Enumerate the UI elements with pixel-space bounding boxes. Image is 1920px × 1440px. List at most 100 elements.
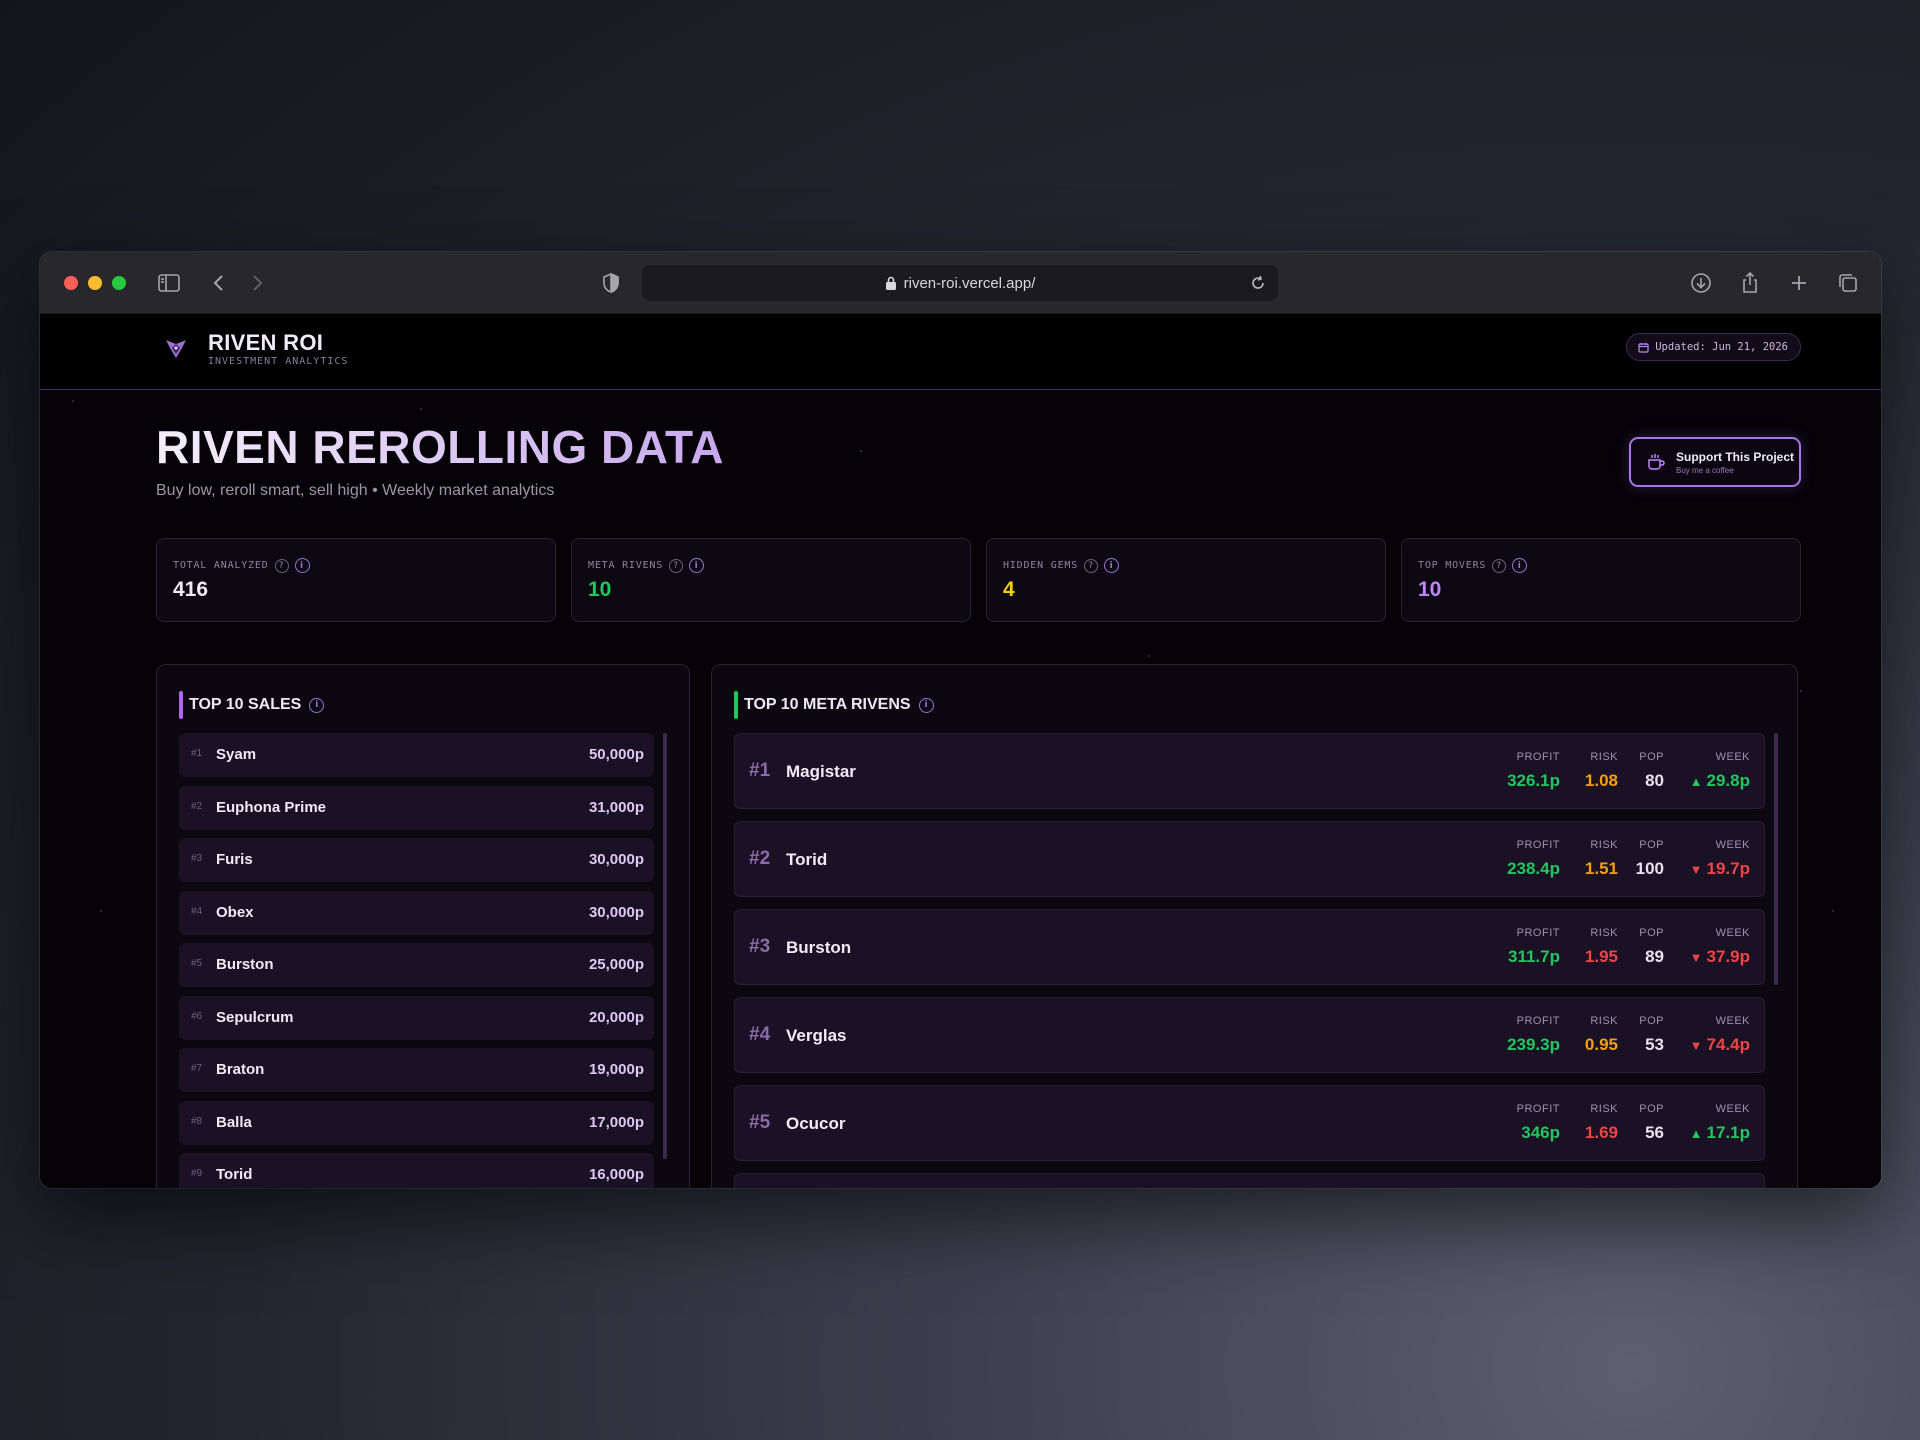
support-subtitle: Buy me a coffee [1676,466,1734,475]
info-icon[interactable]: i [918,697,934,713]
list-item[interactable]: #3 Burston PROFIT 311.7p RISK 1.95 POP 89 WEEK ▼ 3… [734,909,1765,985]
table-row[interactable]: #3 Furis 30,000p [179,838,654,882]
close-window-button[interactable] [64,276,78,290]
sales-rank: #6 [191,1010,203,1022]
sales-price: 31,000p [588,798,644,816]
week-header: WEEK [1715,751,1750,763]
risk-header: RISK [1590,751,1618,763]
stat-card: META RIVENS? i 10 [571,538,971,622]
sales-price: 17,000p [588,1113,644,1131]
list-item[interactable]: #2 Torid PROFIT 238.4p RISK 1.51 POP 100 WEEK ▼ 19… [734,821,1765,897]
help-icon[interactable]: ? [1492,558,1507,573]
support-title: Support This Project [1676,450,1795,464]
pop-value: 56 [1645,1123,1664,1142]
table-row[interactable]: #2 Euphona Prime 31,000p [179,785,654,830]
table-row[interactable]: #6 Sepulcrum 20,000p [179,995,654,1040]
share-icon[interactable] [1737,270,1763,296]
trend-up-icon: ▲ [1689,1126,1703,1141]
stat-label: TOTAL ANALYZED? i [173,558,310,573]
page-title: RIVEN REROLLING DATA [156,421,724,473]
zoom-window-button[interactable] [112,276,126,290]
stat-card: TOP MOVERS? i 10 [1401,538,1801,622]
sidebar-toggle-icon[interactable] [156,270,182,296]
week-header: WEEK [1715,1015,1750,1027]
week-metric: WEEK ▲ 29.8p [1690,751,1750,791]
minimize-window-button[interactable] [88,276,102,290]
reload-icon[interactable] [1248,273,1268,293]
stat-card: HIDDEN GEMS? i 4 [986,538,1386,622]
address-bar[interactable]: riven-roi.vercel.app/ [642,265,1278,301]
stat-label: HIDDEN GEMS? i [1003,558,1120,573]
pop-value: 89 [1645,947,1664,966]
table-row[interactable]: #5 Burston 25,000p [179,943,654,987]
help-icon[interactable]: ? [669,558,684,573]
list-item[interactable]: #4 Verglas PROFIT 239.3p RISK 0.95 POP 53 WEEK ▼ 7… [734,997,1765,1073]
sales-price: 25,000p [588,956,644,973]
info-icon[interactable]: i [1512,558,1528,573]
brand-title[interactable]: RIVEN ROI [208,330,323,356]
profit-header: PROFIT [1516,927,1560,939]
browser-window: riven-roi.vercel.app/ RIVEN ROI INVESTME… [40,252,1881,1188]
pop-metric: POP 89 [1639,927,1664,967]
risk-header: RISK [1590,927,1618,939]
lock-icon [885,276,896,290]
info-icon[interactable]: i [294,558,310,573]
tab-overview-icon[interactable] [1835,270,1861,296]
stat-card: TOTAL ANALYZED? i 416 [156,538,556,622]
sales-scrollbar[interactable] [663,733,667,1159]
support-project-button[interactable]: Support This Project Buy me a coffee [1629,437,1801,487]
profit-value: 238.4p [1507,859,1560,878]
week-value: 19.7p [1706,859,1750,878]
table-row[interactable]: #4 Obex 30,000p [179,890,654,935]
info-icon[interactable]: i [1104,558,1120,573]
trend-down-icon: ▼ [1689,1038,1703,1053]
pop-header: POP [1639,1103,1664,1115]
help-icon[interactable]: ? [274,558,289,573]
profit-header: PROFIT [1516,1103,1560,1115]
forward-arrow-icon[interactable] [244,270,270,296]
table-row[interactable]: #8 Balla 17,000p [179,1100,654,1145]
profit-value: 239.3p [1507,1035,1560,1054]
profit-header: PROFIT [1516,839,1560,851]
meta-rank: #5 [749,1112,771,1133]
list-item[interactable] [734,1173,1765,1188]
risk-value: 0.95 [1584,1035,1618,1054]
updated-badge: Updated: Jun 21, 2026 [1626,333,1801,361]
profit-metric: PROFIT 238.4p [1507,839,1560,879]
meta-scrollbar[interactable] [1774,733,1778,985]
download-icon[interactable] [1688,270,1714,296]
list-item[interactable]: #5 Ocucor PROFIT 346p RISK 1.69 POP 56 WEEK ▲ 17.1… [734,1085,1765,1161]
risk-value: 1.51 [1584,859,1618,878]
sales-weapon-name: Burston [216,956,274,973]
profit-value: 311.7p [1508,947,1560,966]
stat-value: 4 [1003,578,1015,601]
profit-header: PROFIT [1516,751,1560,763]
table-row[interactable]: #7 Braton 19,000p [179,1048,654,1092]
list-item[interactable]: #1 Magistar PROFIT 326.1p RISK 1.08 POP 80 WEEK ▲… [734,733,1765,809]
pop-value: 53 [1645,1035,1664,1054]
back-arrow-icon[interactable] [206,270,232,296]
stat-label-text: HIDDEN GEMS [1003,560,1079,571]
sales-weapon-name: Torid [216,1166,253,1183]
meta-weapon-name: Burston [786,938,852,957]
pop-metric: POP 53 [1639,1015,1664,1055]
riven-logo-icon[interactable] [164,336,188,360]
shield-icon[interactable] [598,270,624,296]
help-icon[interactable]: ? [1084,558,1099,573]
pop-metric: POP 56 [1639,1103,1664,1143]
risk-metric: RISK 1.08 [1585,751,1618,791]
table-row[interactable]: #9 Torid 16,000p [179,1153,654,1188]
week-change: ▼ 74.4p [1690,1035,1750,1055]
new-tab-icon[interactable] [1786,270,1812,296]
sales-weapon-name: Braton [216,1061,265,1078]
stat-value: 10 [1418,578,1442,601]
pop-value: 80 [1645,771,1664,790]
info-icon[interactable]: i [309,697,325,713]
table-row[interactable]: #1 Syam 50,000p [179,733,654,777]
coffee-cup-icon [1648,454,1665,470]
meta-rivens-panel: TOP 10 META RIVENS i #1 Magistar PROFIT 326… [711,664,1798,1188]
week-metric: WEEK ▼ 74.4p [1690,1015,1750,1055]
info-icon[interactable]: i [689,558,705,573]
trend-up-icon: ▲ [1689,774,1703,789]
top-sales-title: TOP 10 SALES i [179,691,325,719]
